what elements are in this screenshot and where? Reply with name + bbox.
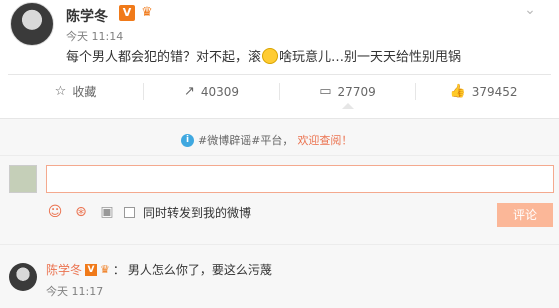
rumor-notice: i #微博辟谣#平台， 欢迎查阅！ <box>181 131 352 149</box>
divider <box>0 244 559 245</box>
avatar[interactable] <box>10 2 54 46</box>
post-author[interactable]: 陈学冬 <box>66 6 108 26</box>
favorite-label: 收藏 <box>72 85 97 99</box>
post-time[interactable]: 今天 11:14 <box>66 28 123 44</box>
more-menu-icon[interactable]: ⌄ <box>516 2 544 18</box>
star-icon: ☆ <box>54 84 67 99</box>
reply-time: 今天 11:17 <box>46 285 104 298</box>
repost-checkbox[interactable] <box>124 206 135 218</box>
reply-avatar[interactable] <box>9 263 37 291</box>
vip-badge-icon: ♛ <box>141 5 153 20</box>
reply-text: 男人怎么你了，要这么污蔑 <box>127 263 272 277</box>
vip-badge-icon: ♛ <box>100 263 110 276</box>
smile-emoji-icon <box>262 48 279 64</box>
comment-count: 27709 <box>337 84 376 99</box>
comment-input[interactable] <box>46 165 554 193</box>
like-icon: 👍 <box>449 84 466 99</box>
post-text-part-1: 每个男人都会犯的错？对不起，滚 <box>66 50 262 65</box>
repost-button[interactable]: ↗ 40309 <box>144 83 280 100</box>
watermark <box>463 285 555 305</box>
reply-content: 陈学冬 V ♛ ： 男人怎么你了，要这么污蔑 <box>46 261 272 278</box>
verified-badge-icon: V <box>85 263 98 276</box>
like-button[interactable]: 👍 379452 <box>416 83 551 100</box>
divider <box>0 155 559 156</box>
post-header: 陈学冬 V ♛ ⌄ 今天 11:14 每个男人都会犯的错？对不起，滚 啥玩意儿…别… <box>8 2 548 74</box>
info-icon: i <box>181 133 194 147</box>
repost-icon: ↗ <box>183 84 195 99</box>
notice-text: #微博辟谣#平台， <box>198 134 294 147</box>
post-text-part-2: 啥玩意儿…别一天天给性别甩锅 <box>279 50 462 65</box>
gif-icon[interactable]: ⊛ <box>72 203 90 221</box>
current-user-avatar[interactable] <box>9 165 37 193</box>
like-count: 379452 <box>471 84 518 99</box>
composer-tools: ☺ ⊛ ▣ 同时转发到我的微博 <box>46 203 251 221</box>
favorite-button[interactable]: ☆ 收藏 <box>8 83 144 100</box>
repost-count: 40309 <box>200 84 240 99</box>
post-text: 每个男人都会犯的错？对不起，滚 啥玩意儿…别一天天给性别甩锅 <box>66 46 461 65</box>
verified-badge-icon: V <box>119 5 135 21</box>
reply-author[interactable]: 陈学冬 <box>46 261 82 278</box>
action-bar: ☆ 收藏 ↗ 40309 ▭ 27709 👍 379452 <box>8 74 551 109</box>
reply-item: 陈学冬 V ♛ ： 男人怎么你了，要这么污蔑 今天 11:17 <box>0 253 559 308</box>
submit-comment-button[interactable]: 评论 <box>497 203 553 227</box>
image-icon[interactable]: ▣ <box>98 203 116 221</box>
emoji-icon[interactable]: ☺ <box>46 203 64 221</box>
comment-icon: ▭ <box>319 84 332 99</box>
reply-separator: ： <box>112 263 125 277</box>
repost-checkbox-label[interactable]: 同时转发到我的微博 <box>143 204 251 221</box>
comment-area: i #微博辟谣#平台， 欢迎查阅！ ☺ ⊛ ▣ 同时转发到我的微博 评论 陈学冬… <box>0 118 559 308</box>
notice-link[interactable]: 欢迎查阅！ <box>297 132 352 148</box>
comment-button[interactable]: ▭ 27709 <box>280 83 416 109</box>
